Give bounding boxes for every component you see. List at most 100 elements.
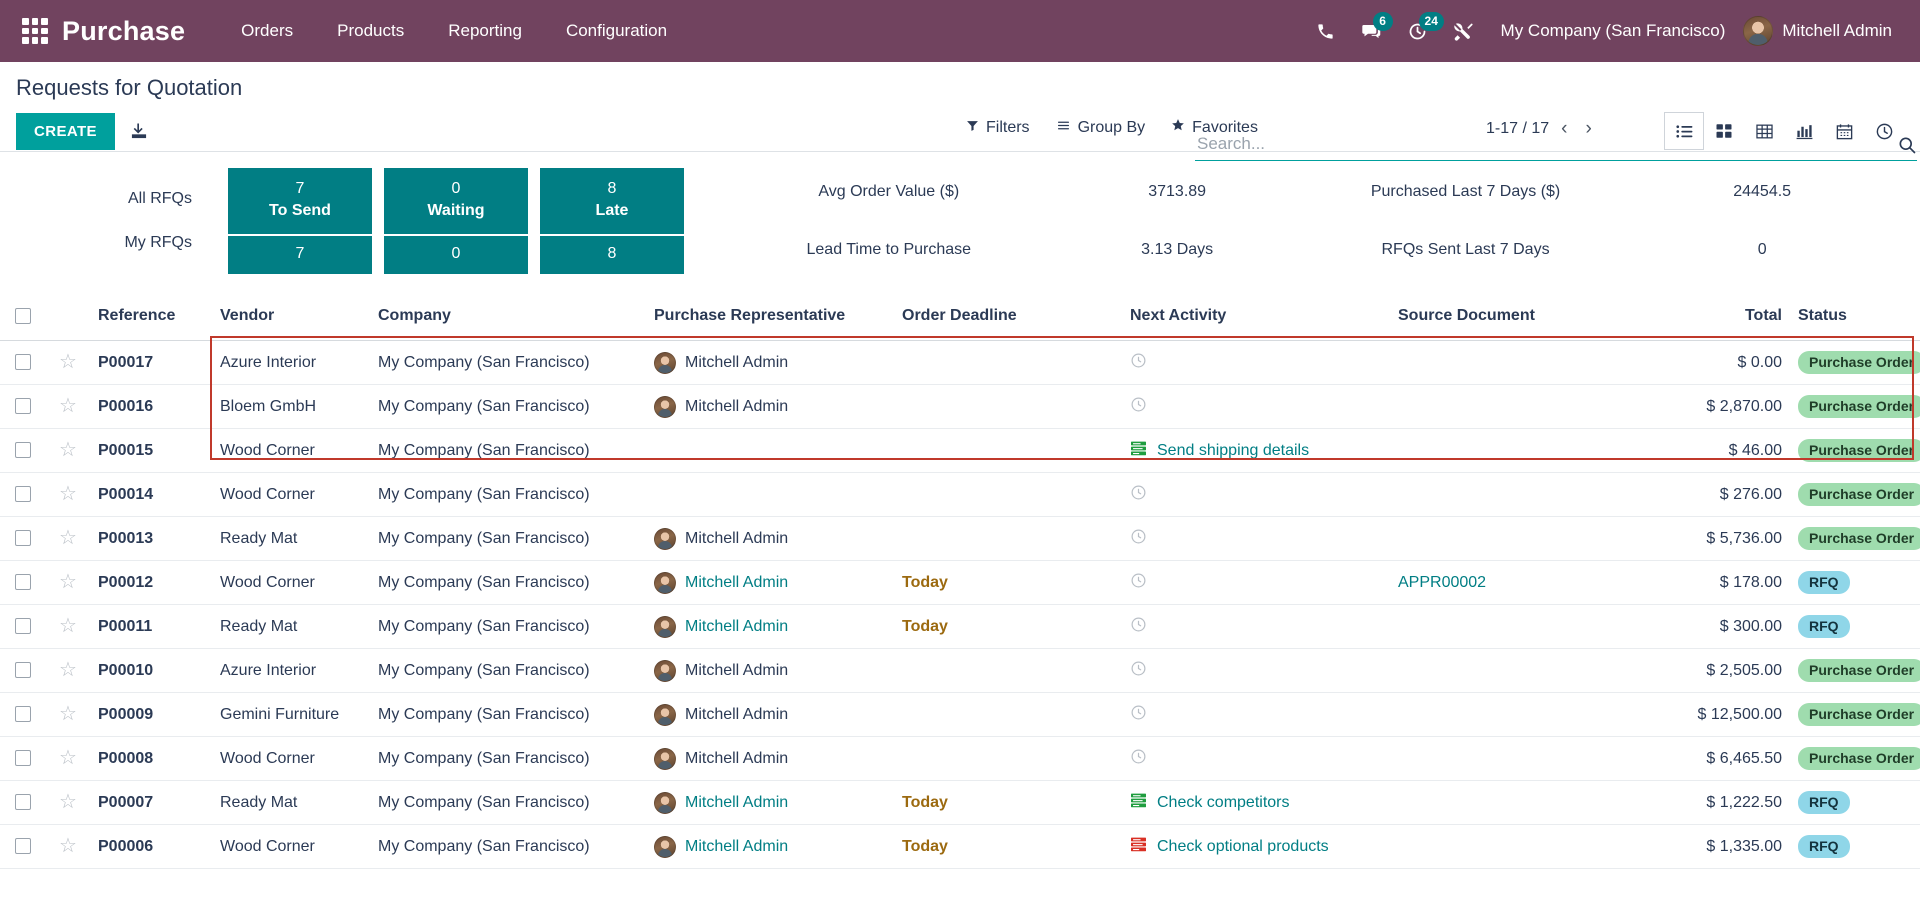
clock-icon[interactable] — [1130, 573, 1147, 593]
activity-clock-icon[interactable]: 24 — [1395, 11, 1444, 51]
row-checkbox[interactable] — [15, 354, 31, 371]
kpi-late-all[interactable]: 8 Late — [540, 168, 684, 236]
cell-source-document — [1390, 692, 1640, 737]
pager-previous-button[interactable]: ‹ — [1555, 119, 1573, 138]
clock-icon[interactable] — [1130, 397, 1147, 417]
all-rfqs-filter[interactable]: All RFQs — [128, 190, 192, 208]
table-row[interactable]: ☆ P00011 Ready Mat My Company (San Francisc… — [0, 604, 1920, 649]
menu-item-configuration[interactable]: Configuration — [544, 13, 689, 49]
star-icon[interactable]: ☆ — [59, 659, 77, 681]
star-icon[interactable]: ☆ — [59, 483, 77, 505]
kpi-waiting-all[interactable]: 0 Waiting — [384, 168, 528, 236]
column-header-vendor[interactable]: Vendor — [212, 296, 370, 341]
row-checkbox[interactable] — [15, 486, 31, 503]
row-checkbox[interactable] — [15, 750, 31, 767]
star-icon[interactable]: ☆ — [59, 395, 77, 417]
kpi-to-send-my[interactable]: 7 — [228, 235, 372, 274]
column-header-total[interactable]: Total — [1640, 296, 1790, 341]
table-row[interactable]: ☆ P00012 Wood Corner My Company (San Franci… — [0, 560, 1920, 605]
calendar-icon[interactable] — [1824, 112, 1864, 150]
table-row[interactable]: ☆ P00013 Ready Mat My Company (San Francisc… — [0, 516, 1920, 561]
menu-item-reporting[interactable]: Reporting — [426, 13, 544, 49]
clock-icon[interactable] — [1130, 617, 1147, 637]
clock-icon[interactable] — [1130, 485, 1147, 505]
kanban-icon[interactable] — [1704, 112, 1744, 150]
my-rfqs-filter[interactable]: My RFQs — [124, 234, 192, 252]
star-icon[interactable]: ☆ — [59, 747, 77, 769]
user-name-label: Mitchell Admin — [1782, 21, 1892, 40]
table-row[interactable]: ☆ P00017 Azure Interior My Company (San Fra… — [0, 340, 1920, 385]
row-checkbox[interactable] — [15, 838, 31, 855]
column-header-company[interactable]: Company — [370, 296, 646, 341]
kpi-waiting-my[interactable]: 0 — [384, 235, 528, 274]
row-favorite-cell: ☆ — [46, 428, 90, 473]
menu-item-orders[interactable]: Orders — [219, 13, 315, 49]
column-header-order-deadline[interactable]: Order Deadline — [894, 296, 1122, 341]
row-checkbox[interactable] — [15, 574, 31, 591]
table-row[interactable]: ☆ P00008 Wood Corner My Company (San Franci… — [0, 736, 1920, 781]
table-row[interactable]: ☆ P00009 Gemini Furniture My Company (San F… — [0, 692, 1920, 737]
tools-icon[interactable] — [1441, 11, 1487, 51]
table-row[interactable]: ☆ P00015 Wood Corner My Company (San Franci… — [0, 428, 1920, 473]
row-checkbox[interactable] — [15, 794, 31, 811]
phone-icon[interactable] — [1303, 11, 1349, 51]
filters-dropdown[interactable]: Filters — [966, 119, 1030, 137]
avatar — [654, 615, 676, 638]
favorites-dropdown[interactable]: Favorites — [1171, 118, 1258, 137]
select-all-checkbox[interactable] — [15, 307, 31, 324]
table-body: ☆ P00017 Azure Interior My Company (San Fra… — [0, 340, 1920, 869]
row-select-cell — [0, 560, 46, 605]
purchase-representative-label: Mitchell Admin — [685, 837, 789, 855]
row-checkbox[interactable] — [15, 442, 31, 459]
user-menu[interactable]: Mitchell Admin — [1743, 16, 1904, 46]
pager-next-button[interactable]: › — [1579, 119, 1597, 138]
row-select-cell — [0, 428, 46, 473]
kpi-late-my[interactable]: 8 — [540, 235, 684, 274]
table-row[interactable]: ☆ P00010 Azure Interior My Company (San Fra… — [0, 648, 1920, 693]
column-header-reference[interactable]: Reference — [90, 296, 212, 341]
column-header-status[interactable]: Status — [1790, 296, 1920, 341]
column-header-source-document[interactable]: Source Document — [1390, 296, 1640, 341]
clock-icon[interactable] — [1130, 529, 1147, 549]
cell-order-deadline — [894, 516, 1122, 561]
cell-purchase-representative: Mitchell Admin — [646, 560, 894, 605]
table-row[interactable]: ☆ P00007 Ready Mat My Company (San Francisc… — [0, 780, 1920, 825]
row-checkbox[interactable] — [15, 398, 31, 415]
apps-grid-icon[interactable] — [22, 18, 48, 44]
table-row[interactable]: ☆ P00014 Wood Corner My Company (San Franci… — [0, 472, 1920, 517]
chat-icon[interactable]: 6 — [1349, 11, 1395, 51]
row-checkbox[interactable] — [15, 662, 31, 679]
star-icon[interactable]: ☆ — [59, 703, 77, 725]
pivot-table-icon[interactable] — [1744, 112, 1784, 150]
star-icon[interactable]: ☆ — [59, 571, 77, 593]
table-row[interactable]: ☆ P00006 Wood Corner My Company (San Franci… — [0, 824, 1920, 869]
menu-item-products[interactable]: Products — [315, 13, 426, 49]
star-icon[interactable]: ☆ — [59, 439, 77, 461]
group-by-dropdown[interactable]: Group By — [1056, 119, 1145, 137]
clock-icon[interactable] — [1130, 353, 1147, 373]
create-button[interactable]: CREATE — [16, 112, 115, 150]
clock-icon[interactable] — [1864, 112, 1904, 150]
clock-icon[interactable] — [1130, 661, 1147, 681]
bar-chart-icon[interactable] — [1784, 112, 1824, 150]
company-selector[interactable]: My Company (San Francisco) — [1487, 21, 1744, 41]
clock-icon[interactable] — [1130, 705, 1147, 725]
kpi-to-send-all[interactable]: 7 To Send — [228, 168, 372, 236]
column-header-purchase-representative[interactable]: Purchase Representative — [646, 296, 894, 341]
import-download-icon[interactable] — [129, 120, 149, 142]
source-document-link[interactable]: APPR00002 — [1398, 574, 1486, 591]
row-checkbox[interactable] — [15, 530, 31, 547]
row-checkbox[interactable] — [15, 706, 31, 723]
star-icon[interactable]: ☆ — [59, 835, 77, 857]
row-checkbox[interactable] — [15, 618, 31, 635]
star-icon[interactable]: ☆ — [59, 351, 77, 373]
app-brand-title[interactable]: Purchase — [62, 16, 185, 47]
star-icon[interactable]: ☆ — [59, 615, 77, 637]
row-select-cell — [0, 648, 46, 693]
star-icon[interactable]: ☆ — [59, 791, 77, 813]
list-icon[interactable] — [1664, 112, 1704, 150]
clock-icon[interactable] — [1130, 749, 1147, 769]
table-row[interactable]: ☆ P00016 Bloem GmbH My Company (San Francis… — [0, 384, 1920, 429]
star-icon[interactable]: ☆ — [59, 527, 77, 549]
column-header-next-activity[interactable]: Next Activity — [1122, 296, 1390, 341]
